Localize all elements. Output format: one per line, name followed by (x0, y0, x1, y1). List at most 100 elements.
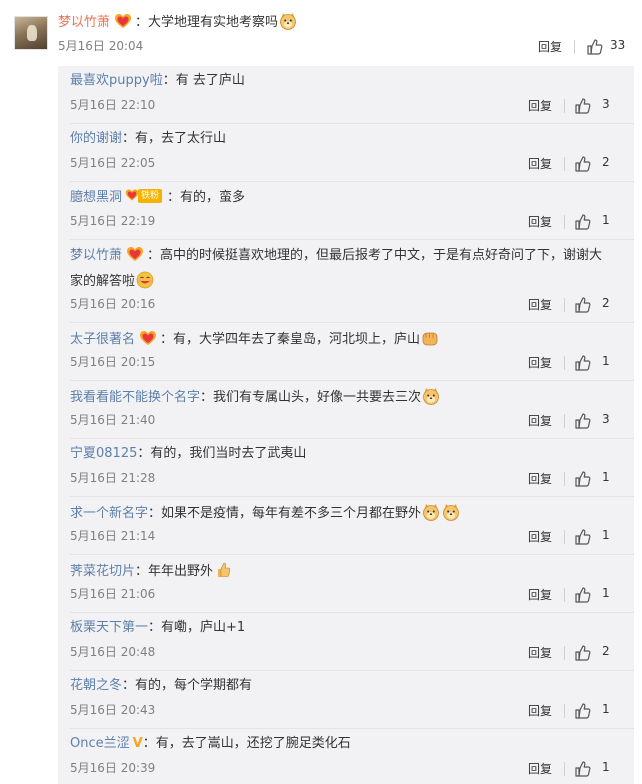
reply-actions: 回复 3 (528, 412, 616, 430)
thumbs-up-icon[interactable] (574, 644, 592, 662)
reply-actions: 回复 2 (528, 155, 616, 173)
reply-text: 有，大学四年去了秦皇岛，河北坝上，庐山 (173, 332, 421, 347)
action-divider (564, 646, 565, 660)
reply-button[interactable]: 回复 (528, 644, 552, 661)
reply-date: 5月16日 22:19 (70, 214, 156, 228)
reply-separator: ： (142, 736, 156, 751)
reply-text-line: 太子很著名 ：有，大学四年去了秦皇岛，河北坝上，庐山 (70, 329, 440, 349)
reply-item: 求一个新名字：如果不是疫情，每年有差不多三个月都在野外 5月16日 21:14 … (58, 497, 634, 555)
main-comment: 梦以竹萧 ：大学地理有实地考察吗 5月16日 20:04 回复 33 (0, 0, 642, 66)
reply-text: 我们有专属山头，好像一共要去三次 (213, 390, 422, 405)
thumbs-up-icon[interactable] (574, 528, 592, 546)
reply-button[interactable]: 回复 (528, 296, 552, 313)
reply-username[interactable]: Once兰涩 (70, 736, 130, 751)
reply-username[interactable]: 板栗天下第一 (70, 620, 148, 635)
thumbs-up-icon[interactable] (574, 702, 592, 720)
like-count: 1 (602, 586, 610, 600)
avatar[interactable] (14, 16, 48, 50)
reply-username[interactable]: 荠菜花切片 (70, 564, 135, 579)
action-divider (574, 40, 575, 54)
main-comment-separator: ： (135, 15, 149, 30)
reply-item: Once兰涩 V：有，去了嵩山，还挖了腕足类化石 5月16日 20:39 回复 1 (58, 729, 634, 784)
main-comment-username[interactable]: 梦以竹萧 (58, 15, 110, 30)
like-count: 1 (602, 354, 610, 368)
reply-button[interactable]: 回复 (528, 97, 552, 114)
thumbs-up-icon[interactable] (574, 354, 592, 372)
reply-date: 5月16日 21:14 (70, 529, 156, 543)
reply-button[interactable]: 回复 (528, 528, 552, 545)
thumbs-up-icon[interactable] (574, 470, 592, 488)
main-comment-reply-button[interactable]: 回复 (538, 38, 562, 55)
reply-separator: ： (148, 620, 162, 635)
reply-separator: ： (137, 446, 151, 461)
reply-button[interactable]: 回复 (528, 470, 552, 487)
reply-item: 臆想黑洞 铁粉 ：有的，蛮多 5月16日 22:19 回复 1 (58, 182, 634, 240)
reply-separator: ： (162, 73, 176, 88)
reply-actions: 回复 1 (528, 528, 616, 546)
reply-button[interactable]: 回复 (528, 760, 552, 777)
reply-actions: 回复 2 (528, 644, 616, 662)
doge-emoji-icon (442, 503, 460, 521)
reply-username[interactable]: 求一个新名字 (70, 506, 148, 521)
reply-text: 有的，每个学期都有 (135, 678, 253, 693)
main-comment-text-line: 梦以竹萧 ：大学地理有实地考察吗 (58, 12, 298, 32)
reply-text: 有，去了太行山 (135, 131, 227, 146)
reply-text-line: 求一个新名字：如果不是疫情，每年有差不多三个月都在野外 (70, 503, 461, 523)
reply-username[interactable]: 梦以竹萧 (70, 248, 122, 263)
like-count: 1 (602, 470, 610, 484)
reply-date: 5月16日 20:48 (70, 645, 156, 659)
reply-actions: 回复 1 (528, 354, 616, 372)
like-count: 1 (602, 528, 610, 542)
reply-text-continued: 家的解答啦 (70, 274, 136, 289)
thumbs-up-icon[interactable] (574, 760, 592, 778)
reply-item: 板栗天下第一：有嘞，庐山+1 5月16日 20:48 回复 2 (58, 613, 634, 671)
reply-button[interactable]: 回复 (528, 354, 552, 371)
action-divider (564, 414, 565, 428)
reply-button[interactable]: 回复 (528, 586, 552, 603)
reply-date: 5月16日 21:40 (70, 413, 156, 427)
reply-username[interactable]: 你的谢谢 (70, 131, 122, 146)
action-divider (564, 298, 565, 312)
reply-text-line: 荠菜花切片：年年出野外 (70, 561, 233, 581)
reply-actions: 回复 1 (528, 213, 616, 231)
reply-username[interactable]: 最喜欢puppy啦 (70, 73, 163, 88)
reply-actions: 回复 2 (528, 296, 616, 314)
reply-separator: ： (122, 131, 136, 146)
like-count: 3 (602, 412, 610, 426)
reply-item: 宁夏08125：有的，我们当时去了武夷山 5月16日 21:28 回复 1 (58, 439, 634, 497)
reply-item: 太子很著名 ：有，大学四年去了秦皇岛，河北坝上，庐山 5月16日 20:15 回复… (58, 323, 634, 381)
reply-username[interactable]: 宁夏08125 (70, 446, 137, 461)
reply-button[interactable]: 回复 (528, 702, 552, 719)
reply-date: 5月16日 20:43 (70, 703, 156, 717)
reply-item: 荠菜花切片：年年出野外 5月16日 21:06 回复 1 (58, 555, 634, 613)
reply-date: 5月16日 20:39 (70, 761, 156, 775)
reply-separator: ： (148, 506, 162, 521)
thumbs-up-icon[interactable] (586, 38, 604, 56)
thumbs-up-icon[interactable] (574, 97, 592, 115)
reply-text: 有 去了庐山 (175, 73, 245, 88)
like-count: 2 (602, 644, 610, 658)
thumbs-up-icon[interactable] (574, 296, 592, 314)
thumbs-up-icon[interactable] (574, 155, 592, 173)
action-divider (564, 762, 565, 776)
thumbs-up-icon[interactable] (574, 586, 592, 604)
thumbs-up-icon[interactable] (574, 213, 592, 231)
main-comment-like-count: 33 (610, 38, 626, 52)
reply-separator: ： (200, 390, 214, 405)
reply-text-line: 梦以竹萧 ：高中的时候挺喜欢地理的，但最后报考了中文，于是有点好奇问了下，谢谢大 (70, 246, 602, 265)
heart-badge-icon (126, 246, 144, 262)
reply-button[interactable]: 回复 (528, 155, 552, 172)
thumbs-up-icon[interactable] (574, 412, 592, 430)
reply-username[interactable]: 臆想黑洞 (70, 190, 122, 205)
reply-username[interactable]: 我看看能不能换个名字 (70, 390, 200, 405)
fist-emoji-icon (421, 329, 439, 347)
reply-text: 年年出野外 (148, 564, 214, 579)
reply-username[interactable]: 花朝之冬 (70, 678, 122, 693)
reply-separator: ： (122, 678, 136, 693)
reply-button[interactable]: 回复 (528, 213, 552, 230)
reply-username[interactable]: 太子很著名 (70, 332, 135, 347)
laugh-emoji-icon (136, 271, 154, 289)
reply-separator: ： (167, 190, 181, 205)
reply-button[interactable]: 回复 (528, 412, 552, 429)
reply-text: 有嘞，庐山+1 (161, 620, 246, 635)
